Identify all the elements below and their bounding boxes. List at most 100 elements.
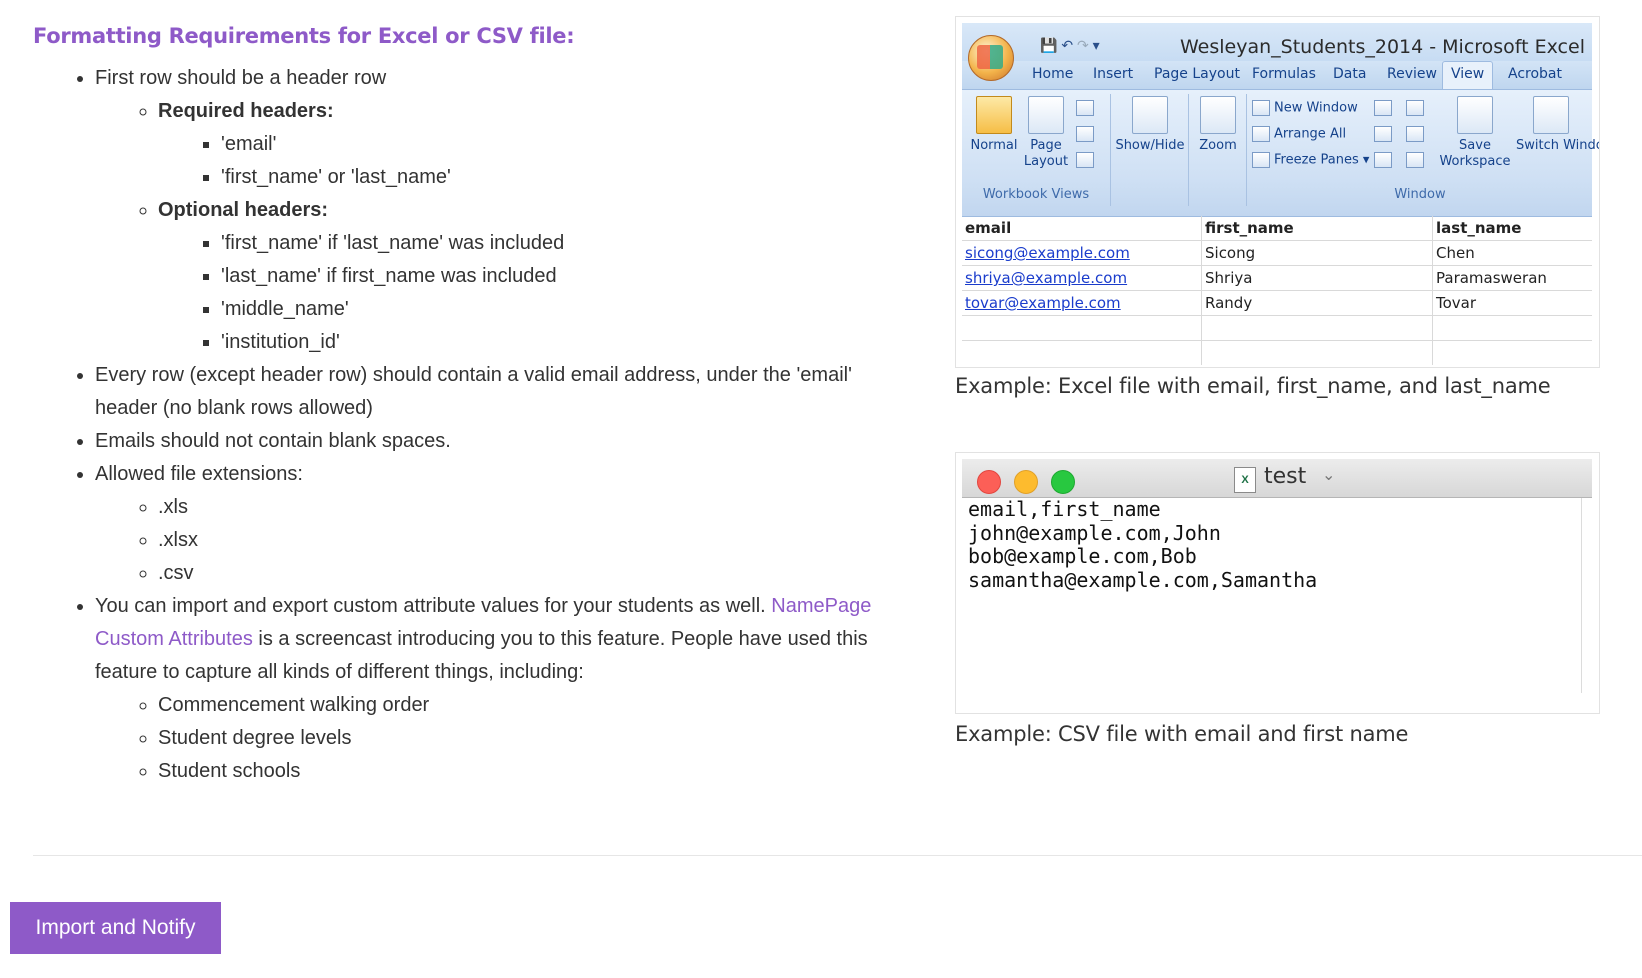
csv-line: john@example.com,John: [968, 520, 1221, 545]
new-window-button: New Window: [1252, 100, 1358, 116]
first-name-cell: Shriya: [1202, 266, 1433, 290]
office-button-icon: [968, 35, 1014, 81]
list-item: 'last_name' if first_name was included: [221, 260, 913, 293]
list-item: .xls: [158, 491, 913, 524]
optional-headers-label: Optional headers:: [158, 199, 329, 221]
last-name-cell: Tovar: [1436, 294, 1477, 312]
header-groups: Required headers: 'email' 'first_name' o…: [95, 95, 913, 359]
new-window-icon: [1252, 100, 1270, 116]
table-row: shriya@example.com Shriya Paramasweran: [962, 266, 1592, 291]
list-item: 'first_name' or 'last_name': [221, 161, 913, 194]
required-headers-list: 'email' 'first_name' or 'last_name': [158, 128, 913, 194]
list-item: 'email': [221, 128, 913, 161]
required-headers-label: Required headers:: [158, 100, 334, 122]
page-layout-icon: [1028, 96, 1064, 134]
tab-acrobat: Acrobat: [1508, 66, 1562, 82]
first-name-cell: Sicong: [1202, 241, 1433, 265]
close-icon: [977, 470, 1001, 494]
tab-review: Review: [1387, 66, 1437, 82]
examples-list: Commencement walking order Student degre…: [95, 689, 913, 788]
requirement-text: Allowed file extensions:: [95, 463, 303, 485]
empty-row: [962, 341, 1592, 365]
csv-content: email,first_name john@example.com,John b…: [962, 497, 1592, 703]
save-icon: 💾: [1040, 37, 1058, 53]
chevron-down-icon: ⌄: [1322, 467, 1336, 484]
table-row: tovar@example.com Randy Tovar: [962, 291, 1592, 316]
table-header-row: email first_name last_name: [962, 216, 1592, 241]
customize-icon: ▾: [1092, 37, 1100, 53]
list-item: Emails should not contain blank spaces.: [95, 425, 913, 458]
empty-row: [962, 316, 1592, 341]
freeze-panes-icon: [1252, 152, 1270, 168]
list-item: Student schools: [158, 755, 913, 788]
ribbon: Normal Page Layout Workbook Views Show/H…: [962, 89, 1599, 217]
divider: [33, 855, 1642, 856]
show-hide-icon: [1132, 96, 1168, 134]
view-mini-icon: [1076, 152, 1098, 168]
list-item: .xlsx: [158, 524, 913, 557]
hide-icon: [1374, 126, 1396, 142]
first-name-cell: Randy: [1202, 291, 1433, 315]
header-cell: email: [962, 216, 1202, 240]
ribbon-tabs: Home Insert Page Layout Formulas Data Re…: [962, 61, 1592, 89]
view-mini-icon: [1076, 126, 1098, 142]
list-item: Optional headers: 'first_name' if 'last_…: [158, 194, 913, 359]
tab-page-layout: Page Layout: [1154, 66, 1240, 82]
save-workspace-icon: [1457, 96, 1493, 134]
reset-position-icon: [1406, 152, 1428, 168]
quick-access-toolbar: 💾 ↶ ↷ ▾: [1040, 37, 1100, 54]
zoom-group: Zoom: [1190, 94, 1247, 206]
window-title: Wesleyan_Students_2014 - Microsoft Excel: [1180, 36, 1585, 58]
csv-example-image: X test ⌄ email,first_name john@example.c…: [955, 452, 1600, 714]
header-cell: first_name: [1202, 216, 1433, 240]
list-item: Student degree levels: [158, 722, 913, 755]
list-item: 'institution_id': [221, 326, 913, 359]
redo-icon: ↷: [1076, 37, 1089, 53]
csv-window-title: test: [1264, 464, 1307, 489]
last-name-cell: Paramasweran: [1436, 269, 1547, 287]
list-item: Required headers: 'email' 'first_name' o…: [158, 95, 913, 194]
show-hide-label: Show/Hide: [1115, 138, 1185, 153]
arrange-all-icon: [1252, 126, 1270, 142]
group-label: Window: [1394, 187, 1446, 202]
last-name-cell: Chen: [1436, 244, 1475, 262]
minimize-icon: [1014, 470, 1038, 494]
freeze-panes-button: Freeze Panes ▾: [1252, 152, 1369, 168]
requirements-list: First row should be a header row Require…: [33, 62, 913, 788]
email-cell: shriya@example.com: [962, 266, 1202, 290]
optional-headers-list: 'first_name' if 'last_name' was included…: [158, 227, 913, 359]
csv-titlebar: X test ⌄: [962, 459, 1592, 498]
list-item: You can import and export custom attribu…: [95, 590, 913, 788]
list-item: Commencement walking order: [158, 689, 913, 722]
import-and-notify-button[interactable]: Import and Notify: [10, 902, 221, 954]
zoom-icon: [1051, 470, 1075, 494]
show-hide-button: Show/Hide: [1114, 96, 1186, 154]
page-layout-button: Page Layout: [1022, 96, 1070, 170]
extensions-list: .xls .xlsx .csv: [95, 491, 913, 590]
tab-view: View: [1442, 61, 1494, 89]
formatting-requirements: Formatting Requirements for Excel or CSV…: [33, 24, 913, 788]
zoom-button: Zoom: [1192, 96, 1244, 154]
section-heading: Formatting Requirements for Excel or CSV…: [33, 24, 575, 48]
side-by-side-icon: [1406, 100, 1428, 116]
email-cell: sicong@example.com: [962, 241, 1202, 265]
show-hide-group: Show/Hide: [1112, 94, 1189, 206]
switch-windows-button: Switch Window: [1516, 96, 1599, 154]
list-item: Allowed file extensions: .xls .xlsx .csv: [95, 458, 913, 590]
group-label: Workbook Views: [982, 187, 1090, 202]
switch-windows-icon: [1533, 96, 1569, 134]
tab-data: Data: [1333, 66, 1367, 82]
save-workspace-label: Save Workspace: [1439, 138, 1511, 169]
spreadsheet-grid: email first_name last_name sicong@exampl…: [962, 216, 1592, 365]
save-workspace-button: Save Workspace: [1438, 96, 1512, 170]
excel-file-icon: X: [1234, 467, 1256, 493]
list-item: First row should be a header row Require…: [95, 62, 913, 359]
list-item: Every row (except header row) should con…: [95, 359, 913, 425]
csv-line: samantha@example.com,Samantha: [968, 567, 1318, 592]
csv-line: email,first_name: [968, 497, 1161, 521]
unhide-icon: [1374, 152, 1396, 168]
normal-view-button: Normal: [968, 96, 1020, 154]
undo-icon: ↶: [1061, 37, 1074, 53]
excel-caption: Example: Excel file with email, first_na…: [955, 374, 1551, 398]
requirement-text: First row should be a header row: [95, 67, 387, 89]
